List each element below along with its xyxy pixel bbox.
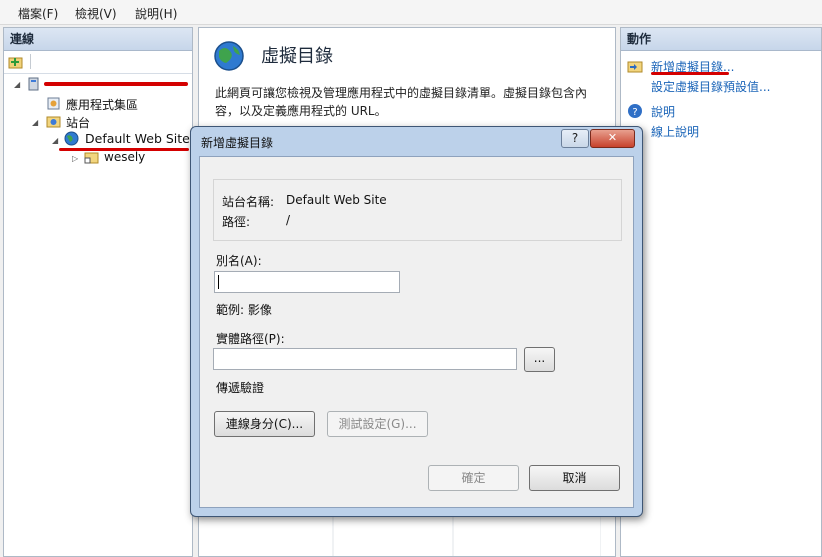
alias-example: 範例: 影像 [216,303,272,317]
menu-help[interactable]: 說明(H) [135,5,177,22]
site-info-box: 站台名稱: Default Web Site 路徑: / [213,179,622,241]
menu-view[interactable]: 檢視(V) [75,5,117,22]
physical-path-input[interactable] [213,348,517,370]
tree-item-default-web-site[interactable]: Default Web Site [85,131,190,146]
virtual-directory-globe-icon [214,41,244,71]
path-value: / [286,213,291,227]
alias-input[interactable] [214,271,400,293]
ok-button[interactable]: 確定 [428,465,519,491]
red-underline-add-action [651,72,729,75]
connections-toolbar [4,51,192,74]
connect-as-button[interactable]: 連線身分(C)... [214,411,315,437]
text-caret [218,275,219,289]
dialog-body: 站台名稱: Default Web Site 路徑: / 別名(A): 範例: … [199,156,634,508]
cancel-button[interactable]: 取消 [529,465,620,491]
action-set-virtual-directory-defaults[interactable]: 設定虛擬目錄預設值... [651,78,770,95]
connections-pane: 連線 ◢ 應用程式集區 ◢ 站台 ◢ Default Web Site ▷ we… [3,27,193,557]
dialog-close-button[interactable]: ✕ [590,129,635,148]
pass-through-auth-label: 傳遞驗證 [216,381,265,395]
app-pool-icon [47,97,60,110]
connections-header: 連線 [4,28,192,51]
tree-item-sites[interactable]: 站台 [66,114,90,131]
actions-pane: 動作 新增虛擬目錄... 設定虛擬目錄預設值... ? 說明 線上說明 [620,27,822,557]
test-settings-button[interactable]: 測試設定(G)... [327,411,428,437]
server-icon [28,77,39,91]
description-line-2: 容，以及定義應用程式的 URL。 [215,104,387,118]
actions-header: 動作 [621,28,821,51]
globe-icon [64,131,79,146]
new-virtual-directory-icon [627,61,643,73]
alias-label: 別名(A): [216,254,262,268]
connect-icon[interactable] [8,54,24,69]
redacted-server-name [44,82,188,86]
site-name-value: Default Web Site [286,193,387,207]
expand-wesely-icon[interactable]: ▷ [72,154,78,163]
expand-default-site-icon[interactable]: ◢ [52,136,58,145]
tree-item-wesely[interactable]: wesely [104,150,145,164]
description-line-1: 此網頁可讓您檢視及管理應用程式中的虛擬目錄清單。虛擬目錄包含內 [215,86,588,100]
help-question-icon: ? [571,131,579,145]
add-virtual-directory-dialog: 新增虛擬目錄 ? ✕ 站台名稱: Default Web Site 路徑: / … [190,126,643,517]
dialog-help-button[interactable]: ? [561,129,589,148]
toolbar-divider [30,54,31,69]
menu-bar: 檔案(F) 檢視(V) 說明(H) [0,0,822,25]
help-icon: ? [628,104,642,118]
folder-shortcut-icon [84,152,99,164]
action-online-help[interactable]: 線上說明 [651,123,699,140]
expand-server-icon[interactable]: ◢ [14,80,20,89]
svg-text:?: ? [632,107,637,118]
sites-folder-icon [46,116,61,128]
path-label: 路徑: [222,215,251,229]
site-name-label: 站台名稱: [222,195,275,209]
page-title: 虛擬目錄 [261,46,333,67]
physical-path-label: 實體路徑(P): [216,332,285,346]
action-help[interactable]: 說明 [651,103,675,120]
close-icon: ✕ [607,131,618,144]
dialog-title: 新增虛擬目錄 [201,136,274,150]
browse-button[interactable]: ... [524,347,555,372]
menu-file[interactable]: 檔案(F) [18,5,58,22]
expand-sites-icon[interactable]: ◢ [32,118,38,127]
tree-item-app-pools[interactable]: 應用程式集區 [66,96,138,113]
page-description: 此網頁可讓您檢視及管理應用程式中的虛擬目錄清單。虛擬目錄包含內 容，以及定義應用… [215,84,595,120]
